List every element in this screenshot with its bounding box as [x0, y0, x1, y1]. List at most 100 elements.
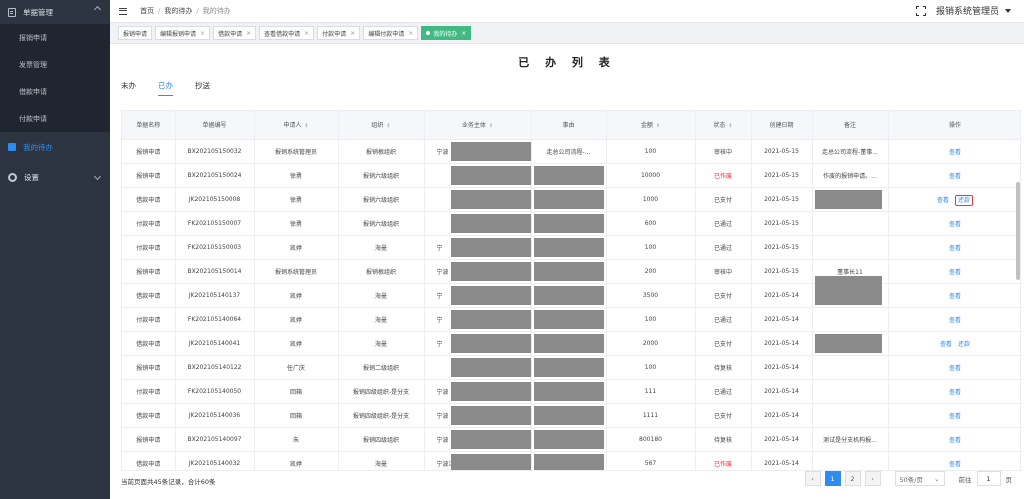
view-link[interactable]: 查看 — [937, 197, 949, 204]
user-name[interactable]: 报销系统管理员 — [936, 4, 999, 17]
view-link[interactable]: 查看 — [949, 437, 961, 444]
sidebar-item-invoice[interactable]: 发票管理 — [0, 51, 110, 78]
cell-applicant: 报销系统管理员 — [254, 139, 339, 164]
cell-amount: 2000 — [606, 331, 696, 356]
user-area: 报销系统管理员 — [915, 4, 1011, 17]
redacted-block — [450, 357, 530, 377]
cell-org: 海曼 — [338, 331, 425, 356]
view-link[interactable]: 查看 — [949, 461, 961, 468]
view-link[interactable]: 查看 — [949, 413, 961, 420]
view-link[interactable]: 查看 — [949, 149, 961, 156]
tag-item[interactable]: 查看借款申请 × — [259, 26, 315, 40]
page-1-button[interactable]: 1 — [824, 471, 841, 486]
main-content: 已 办 列 表 未办 已办 抄送 单据名称 单据编号 申请人 ⇕ 组织 ⇕ 业务主体 ⇕ 事由金… — [110, 44, 1024, 499]
sidebar-item-settings[interactable]: 设置 — [0, 162, 110, 192]
close-icon[interactable]: × — [246, 30, 251, 37]
view-link[interactable]: 查看 — [949, 389, 961, 396]
sort-icon[interactable]: ⇕ — [304, 123, 308, 129]
breadcrumb-home[interactable]: 首页 — [140, 7, 154, 15]
prev-page-button[interactable]: ‹ — [804, 471, 821, 486]
sort-icon[interactable]: ⇕ — [386, 123, 390, 129]
close-icon[interactable]: × — [408, 30, 413, 37]
tag-item[interactable]: 报销申请 — [118, 26, 153, 40]
sort-icon[interactable]: ⇕ — [656, 123, 660, 129]
repay-link[interactable]: 还款 — [955, 194, 974, 206]
cell-org: 海曼 — [338, 451, 425, 470]
sidebar-item-payment[interactable]: 付款申请 — [0, 105, 110, 132]
page-size-select[interactable]: 50条/页 ⌄ — [894, 471, 945, 486]
view-link[interactable]: 查看 — [949, 221, 961, 228]
sort-icon[interactable]: ⇕ — [728, 123, 732, 129]
cell-text: 任广庆 — [286, 364, 305, 372]
tag-item[interactable]: 我的待办 × — [421, 26, 472, 40]
view-link[interactable]: 查看 — [949, 269, 961, 276]
cell-text: 凯婷 — [289, 244, 302, 252]
tab-done[interactable]: 已办 — [158, 80, 173, 96]
view-link[interactable]: 查看 — [949, 245, 961, 252]
cell-text: 报销申请 — [136, 148, 161, 156]
tab-pending[interactable]: 未办 — [121, 80, 136, 96]
page-2-button[interactable]: 2 — [844, 471, 861, 486]
column-header: 备注 — [812, 111, 889, 140]
cell-applicant: 报销系统管理员 — [254, 259, 339, 284]
cell-text: 已通过 — [713, 388, 732, 396]
cell-subject: 宁波江 — [424, 451, 532, 470]
cell-org: 海曼 — [338, 235, 425, 260]
view-link[interactable]: 查看 — [949, 365, 961, 372]
close-icon[interactable]: × — [350, 30, 355, 37]
sidebar-group-header[interactable]: 单据管理 — [0, 0, 110, 24]
tag-label: 付款申请 — [322, 30, 347, 38]
cell-note: 董事长11 — [812, 259, 889, 295]
column-header[interactable]: 组织 ⇕ — [338, 111, 425, 140]
redacted-block — [533, 237, 604, 257]
fullscreen-icon[interactable] — [915, 5, 926, 16]
repay-link[interactable]: 还款 — [958, 341, 970, 348]
view-link[interactable]: 查看 — [949, 173, 961, 180]
column-header-label: 单据编号 — [202, 122, 227, 130]
view-link[interactable]: 查看 — [949, 293, 961, 300]
cell-text: FK202105140050 — [187, 387, 242, 395]
tag-item[interactable]: 借款申请 × — [213, 26, 257, 40]
close-icon[interactable]: × — [304, 30, 309, 37]
close-icon[interactable]: × — [461, 30, 466, 37]
cell-actions: 查看 — [888, 355, 1020, 380]
cell-applicant: 凯婷 — [254, 235, 339, 260]
table-row: 借款申请 JK202105140036 回箱 报销四级组织-是分支 宁波 1111 已支付 2… — [122, 403, 1020, 428]
menu-toggle-icon[interactable] — [119, 7, 127, 15]
sidebar-item-label: 发票管理 — [19, 60, 47, 69]
goto-input[interactable]: 1 — [976, 471, 1001, 486]
tag-item[interactable]: 编辑报销申请 × — [155, 26, 211, 40]
redacted-block — [450, 141, 530, 161]
cell-text: 董事长11 — [837, 268, 863, 276]
table-row: 报销申请 BX202105150014 报销系统管理员 报销根组织 宁波 200 审核中 20… — [122, 259, 1020, 295]
tab-cc[interactable]: 抄送 — [195, 80, 210, 96]
cell-subject: 宁波 — [424, 427, 532, 452]
sidebar-item-loan[interactable]: 借款申请 — [0, 78, 110, 105]
redacted-block — [450, 429, 530, 449]
sort-icon[interactable]: ⇕ — [489, 123, 493, 129]
caret-down-icon[interactable] — [1005, 8, 1011, 13]
view-link[interactable]: 查看 — [940, 341, 952, 348]
close-icon[interactable]: × — [200, 30, 205, 37]
column-header[interactable]: 状态 ⇕ — [695, 111, 752, 140]
cell-date: 2021-05-14 — [751, 379, 813, 404]
breadcrumb-item[interactable]: 我的待办 — [164, 7, 192, 15]
column-header[interactable]: 业务主体 ⇕ — [424, 111, 532, 140]
column-header[interactable]: 金额 ⇕ — [606, 111, 696, 140]
column-header[interactable]: 申请人 ⇕ — [254, 111, 339, 140]
column-header: 单据编号 — [175, 111, 255, 140]
scrollbar[interactable] — [1016, 182, 1020, 280]
cell-amount: 200 — [606, 259, 696, 284]
cell-org: 报销六级组织 — [338, 163, 425, 188]
tag-item[interactable]: 编辑付款申请 × — [363, 26, 419, 40]
cell-text: 回箱 — [289, 388, 302, 396]
view-link[interactable]: 查看 — [949, 317, 961, 324]
cell-text: 已通过 — [713, 244, 732, 252]
sidebar-item-expense[interactable]: 报销申请 — [0, 24, 110, 51]
table-row: 付款申请 FK202105150003 凯婷 海曼 宁 100 已通过 2021-05-15 查… — [122, 235, 1020, 260]
sidebar-item-todo[interactable]: 我的待办 — [0, 132, 110, 162]
next-page-button[interactable]: › — [864, 471, 881, 486]
redacted-block — [533, 429, 604, 449]
tag-item[interactable]: 付款申请 × — [317, 26, 361, 40]
column-header-label: 操作 — [948, 122, 961, 130]
